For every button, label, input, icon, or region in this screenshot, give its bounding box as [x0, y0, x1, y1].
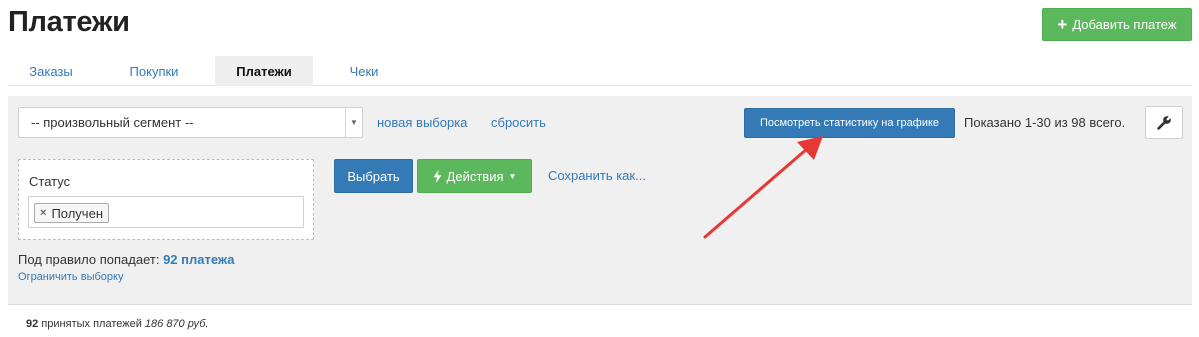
segment-select-value: -- произвольный сегмент --	[31, 115, 194, 130]
wrench-icon	[1157, 115, 1171, 130]
tab-payments[interactable]: Платежи	[215, 56, 313, 86]
reset-link[interactable]: сбросить	[491, 115, 546, 130]
limit-selection-link[interactable]: Ограничить выборку	[18, 271, 123, 283]
status-input[interactable]: × Получен	[28, 196, 304, 228]
tabs-bar: Заказы Покупки Платежи Чеки	[8, 56, 1192, 86]
caret-down-icon: ▼	[508, 171, 517, 181]
shown-count-text: Показано 1-30 из 98 всего.	[964, 115, 1126, 130]
actions-label: Действия	[446, 168, 504, 184]
close-icon[interactable]: ×	[40, 207, 46, 219]
summary-count: 92	[26, 318, 39, 330]
actions-dropdown-button[interactable]: Действия ▼	[417, 159, 532, 193]
new-selection-link[interactable]: новая выборка	[377, 115, 467, 130]
add-payment-label: Добавить платеж	[1072, 17, 1177, 32]
summary-amount: 186 870 руб.	[144, 318, 209, 330]
add-payment-button[interactable]: + Добавить платеж	[1042, 8, 1192, 41]
status-label: Статус	[29, 174, 71, 189]
tab-orders[interactable]: Заказы	[8, 56, 94, 86]
lightning-icon	[433, 169, 442, 183]
chevron-down-icon: ▼	[345, 108, 362, 137]
plus-icon: +	[1057, 15, 1068, 34]
save-as-link[interactable]: Сохранить как...	[548, 168, 646, 183]
page-title: Платежи	[8, 6, 130, 38]
settings-button[interactable]	[1145, 106, 1183, 139]
rule-count-link[interactable]: 92 платежа	[163, 252, 234, 267]
view-stats-chart-button[interactable]: Посмотреть статистику на графике	[744, 108, 955, 138]
tab-receipts[interactable]: Чеки	[332, 56, 396, 86]
filter-panel: -- произвольный сегмент -- ▼ новая выбор…	[8, 96, 1192, 305]
rule-prefix: Под правило попадает:	[18, 252, 160, 267]
status-chip-label: Получен	[51, 205, 103, 221]
segment-select[interactable]: -- произвольный сегмент -- ▼	[18, 107, 363, 138]
status-filter-box: Статус × Получен	[18, 159, 314, 240]
rule-match-text: Под правило попадает: 92 платежа	[18, 252, 235, 267]
choose-button[interactable]: Выбрать	[334, 159, 413, 193]
payments-summary: 92 принятых платежей 186 870 руб.	[26, 318, 208, 330]
summary-label: принятых платежей	[41, 318, 142, 330]
tab-purchases[interactable]: Покупки	[114, 56, 194, 86]
status-chip: × Получен	[34, 203, 109, 223]
